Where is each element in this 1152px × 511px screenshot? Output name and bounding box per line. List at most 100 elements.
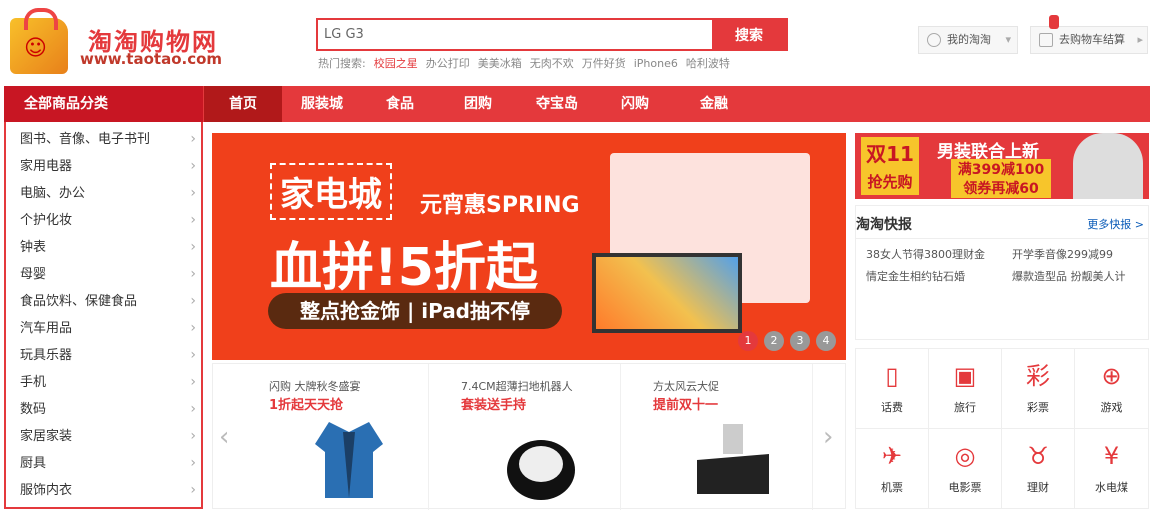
banner-pill: 整点抢金饰 | iPad抽不停	[268, 293, 562, 329]
chevron-right-icon: ›	[190, 482, 196, 498]
category-item[interactable]: 服饰内衣 ›	[20, 477, 196, 504]
chevron-right-icon: ›	[190, 455, 196, 471]
nav-item-finance[interactable]: 金融	[674, 86, 754, 122]
category-label: 数码	[20, 402, 47, 417]
nav-item-flash[interactable]: 闪购	[596, 86, 674, 122]
nav-item-food[interactable]: 食品	[362, 86, 438, 122]
category-item[interactable]: 数码 ›	[20, 396, 196, 423]
hot-search-link[interactable]: 万件好货	[582, 57, 626, 70]
category-item[interactable]: 玩具乐器 ›	[20, 342, 196, 369]
category-label: 服饰内衣	[20, 483, 73, 498]
service-tile[interactable]: ⊕ 游戏	[1075, 349, 1148, 429]
chevron-left-icon[interactable]: ‹	[219, 422, 229, 452]
hot-search-link[interactable]: 办公打印	[426, 57, 470, 70]
my-account-button[interactable]: 我的淘淘 ▾	[918, 26, 1018, 54]
chevron-right-icon: ›	[190, 158, 196, 174]
service-label: 机票	[881, 481, 903, 494]
category-item[interactable]: 电脑、办公 ›	[20, 180, 196, 207]
nav-item-treasure[interactable]: 夺宝岛	[518, 86, 596, 122]
service-tile[interactable]: 彩彩票	[1002, 349, 1075, 429]
jacket-image	[309, 414, 389, 502]
promo-card[interactable]: 7.4CM超薄扫地机器人 套装送手持	[431, 364, 621, 510]
hot-search-label: 热门搜索:	[318, 57, 366, 70]
nav-item-clothing[interactable]: 服装城	[282, 86, 362, 122]
service-tile[interactable]: ✈ 机票	[856, 429, 929, 509]
chevron-right-icon: ›	[190, 185, 196, 201]
user-icon	[927, 33, 941, 47]
nav-item-home[interactable]: 首页	[204, 86, 282, 122]
category-label: 图书、音像、电子书刊	[20, 132, 151, 147]
chevron-right-icon: ›	[190, 428, 196, 444]
logo-url: www.taotao.com	[80, 50, 223, 68]
ad-line2: 领券再减60	[951, 178, 1051, 198]
yuan-icon: ¥	[1103, 442, 1120, 470]
carousel-dot[interactable]: 2	[764, 331, 784, 351]
service-tile[interactable]: ▯ 话费	[856, 349, 929, 429]
category-item[interactable]: 厨具 ›	[20, 450, 196, 477]
all-categories-tab[interactable]: 全部商品分类	[4, 86, 203, 122]
category-label: 个护化妆	[20, 213, 73, 228]
promo-ad[interactable]: 双11 抢先购 男装联合上新 满399减100 领券再减60	[855, 133, 1149, 199]
category-label: 汽车用品	[20, 321, 73, 336]
category-item[interactable]: 钟表 ›	[20, 234, 196, 261]
promo-highlight: 套装送手持	[461, 398, 527, 413]
service-tile[interactable]: ¥ 水电煤	[1075, 429, 1148, 509]
category-item[interactable]: 食品饮料、保健食品 ›	[20, 288, 196, 315]
ad-badge-top: 双11	[866, 142, 914, 166]
carousel-dot[interactable]: 3	[790, 331, 810, 351]
hot-search-link[interactable]: 校园之星	[374, 57, 418, 70]
carousel-dot[interactable]: 1	[738, 331, 758, 351]
lottery-icon: 彩	[1026, 362, 1050, 390]
hot-search-link[interactable]: 哈利波特	[686, 57, 730, 70]
banner-headline: 血拼!5折起	[270, 238, 538, 298]
promo-card[interactable]: 方太风云大促 提前双十一	[623, 364, 813, 510]
news-item[interactable]: 爆款造型品 扮靓美人计	[1012, 268, 1126, 284]
chevron-right-icon: ›	[190, 347, 196, 363]
news-item[interactable]: 情定金生相约钻石婚	[866, 268, 965, 284]
service-tile[interactable]: ▣ 旅行	[929, 349, 1002, 429]
news-panel: 淘淘快报 更多快报 > 38女人节得3800理财金 开学季音像299减99 情定…	[855, 205, 1149, 340]
chevron-right-icon[interactable]: ›	[823, 422, 833, 452]
search-button[interactable]: 搜索	[712, 20, 786, 49]
category-item[interactable]: 家用电器 ›	[20, 153, 196, 180]
category-sidebar: 图书、音像、电子书刊 › 家用电器 › 电脑、办公 › 个护化妆 › 钟表 › 母婴 › 食…	[4, 122, 203, 509]
category-item[interactable]: 个护化妆 ›	[20, 207, 196, 234]
category-label: 电脑、办公	[20, 186, 86, 201]
hot-search-link[interactable]: iPhone6	[634, 57, 678, 70]
cart-label: 去购物车结算	[1059, 33, 1125, 46]
news-more-link[interactable]: 更多快报 >	[1087, 216, 1144, 232]
promo-card[interactable]: 闪购 大牌秋冬盛宴 1折起天天抢	[239, 364, 429, 510]
promo-caption: 7.4CM超薄扫地机器人	[461, 380, 573, 393]
service-tile[interactable]: ◎ 电影票	[929, 429, 1002, 509]
promo-highlight: 提前双十一	[653, 398, 719, 413]
hot-search-link[interactable]: 美美冰箱	[478, 57, 522, 70]
category-item[interactable]: 图书、音像、电子书刊 ›	[20, 126, 196, 153]
chevron-right-icon: ›	[190, 293, 196, 309]
search-input[interactable]	[318, 20, 714, 49]
category-item[interactable]: 汽车用品 ›	[20, 315, 196, 342]
carousel-dot[interactable]: 4	[816, 331, 836, 351]
service-tile[interactable]: ♉ 理财	[1002, 429, 1075, 509]
news-item[interactable]: 开学季音像299减99	[1012, 246, 1113, 262]
category-item[interactable]: 家居家装 ›	[20, 423, 196, 450]
divider	[856, 238, 1148, 239]
ad-badge-bottom: 抢先购	[867, 173, 913, 191]
model-image	[1073, 133, 1143, 199]
service-label: 水电煤	[1095, 481, 1128, 494]
category-item[interactable]: 母婴 ›	[20, 261, 196, 288]
category-label: 手机	[20, 375, 47, 390]
hot-searches: 热门搜索: 校园之星 办公打印 美美冰箱 无肉不欢 万件好货 iPhone6 哈利波特	[318, 55, 738, 71]
chevron-right-icon: ›	[190, 374, 196, 390]
news-item[interactable]: 38女人节得3800理财金	[866, 246, 985, 262]
my-account-label: 我的淘淘	[947, 33, 991, 46]
logo[interactable]: ☺ 淘淘购物网 www.taotao.com	[4, 8, 254, 74]
banner-subtitle: 元宵惠SPRING	[420, 193, 580, 218]
cart-button[interactable]: 去购物车结算 ▸	[1030, 26, 1148, 54]
hero-banner[interactable]: 家电城 元宵惠SPRING 血拼!5折起 整点抢金饰 | iPad抽不停 1 2…	[212, 133, 846, 360]
service-label: 话费	[881, 401, 903, 414]
hot-search-link[interactable]: 无肉不欢	[530, 57, 574, 70]
nav-item-groupbuy[interactable]: 团购	[438, 86, 518, 122]
service-label: 游戏	[1100, 401, 1123, 414]
category-item[interactable]: 手机 ›	[20, 369, 196, 396]
phone-icon: ▯	[885, 362, 899, 390]
